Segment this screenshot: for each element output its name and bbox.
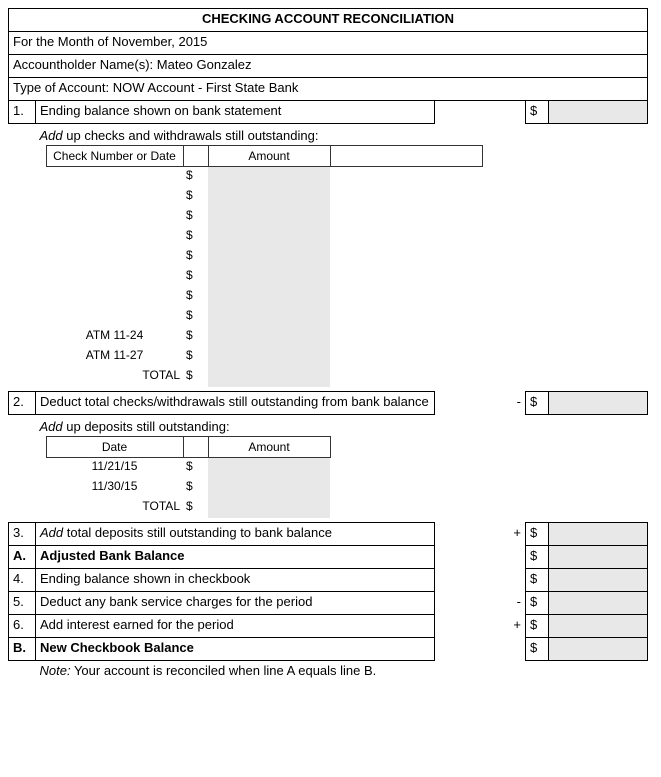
checks-row: $ [46, 247, 482, 267]
line-4-num: 4. [9, 569, 36, 592]
line-4-dollar: $ [526, 569, 549, 592]
line-B-dollar: $ [526, 638, 549, 661]
line-2-label: Deduct total checks/withdrawals still ou… [36, 392, 435, 415]
line-3-amount[interactable] [549, 523, 648, 546]
deposits-intro: up deposits still outstanding: [63, 419, 230, 434]
line-1-label: Ending balance shown on bank statement [36, 101, 435, 124]
line-2-dollar: $ [526, 392, 549, 415]
line-2-row: 2. Deduct total checks/withdrawals still… [9, 392, 648, 415]
checks-row: ATM 11-24$ [46, 327, 482, 347]
line-6-sign: + [503, 615, 526, 638]
checks-row: $ [46, 267, 482, 287]
deposits-total-label: TOTAL [46, 498, 183, 518]
line-4-sign [503, 569, 526, 592]
line-A-num: A. [9, 546, 36, 569]
checks-intro: up checks and withdrawals still outstand… [63, 128, 319, 143]
line-2-num: 2. [9, 392, 36, 415]
deposits-row: 11/21/15$ [46, 458, 330, 479]
line-3-num: 3. [9, 523, 36, 546]
month-line: For the Month of November, 2015 [9, 32, 648, 55]
checks-total-label: TOTAL [46, 367, 183, 387]
checks-row: $ [46, 187, 482, 207]
line-4-amount[interactable] [549, 569, 648, 592]
deposits-hdr-amt: Amount [208, 437, 330, 458]
checks-hdr-amt: Amount [208, 146, 330, 167]
deposits-hdr-left: Date [46, 437, 183, 458]
line-6-label: Add interest earned for the period [36, 615, 435, 638]
line-5-amount[interactable] [549, 592, 648, 615]
add-word-1: Add [40, 128, 63, 143]
line-B-label: New Checkbook Balance [36, 638, 435, 661]
checks-total-row: TOTAL $ [46, 367, 482, 387]
checks-row: $ [46, 307, 482, 327]
checks-row: $ [46, 287, 482, 307]
line-A-amount[interactable] [549, 546, 648, 569]
line-5-dollar: $ [526, 592, 549, 615]
line-A-dollar: $ [526, 546, 549, 569]
line-B-row: B. New Checkbook Balance $ [9, 638, 648, 661]
line-3-sign: + [503, 523, 526, 546]
line-5-row: 5. Deduct any bank service charges for t… [9, 592, 648, 615]
line-3-label: Add total deposits still outstanding to … [36, 523, 435, 546]
line-5-num: 5. [9, 592, 36, 615]
line-1-num: 1. [9, 101, 36, 124]
checks-row: ATM 11-27$ [46, 347, 482, 367]
line-B-amount[interactable] [549, 638, 648, 661]
name-line: Accountholder Name(s): Mateo Gonzalez [9, 55, 648, 78]
line-1-row: 1. Ending balance shown on bank statemen… [9, 101, 648, 124]
line-1-dollar: $ [526, 101, 549, 124]
line-A-label: Adjusted Bank Balance [36, 546, 435, 569]
deposits-total-row: TOTAL $ [46, 498, 330, 518]
line-6-amount[interactable] [549, 615, 648, 638]
line-3-dollar: $ [526, 523, 549, 546]
checks-row: $ [46, 167, 482, 188]
line-5-label: Deduct any bank service charges for the … [36, 592, 435, 615]
form-title: CHECKING ACCOUNT RECONCILIATION [9, 9, 648, 32]
line-A-row: A. Adjusted Bank Balance $ [9, 546, 648, 569]
line-5-sign: - [503, 592, 526, 615]
checks-hdr-left: Check Number or Date [46, 146, 183, 167]
line-3-row: 3. Add total deposits still outstanding … [9, 523, 648, 546]
checks-row: $ [46, 227, 482, 247]
line-4-row: 4. Ending balance shown in checkbook $ [9, 569, 648, 592]
line-A-sign [503, 546, 526, 569]
line-6-row: 6. Add interest earned for the period + … [9, 615, 648, 638]
line-2-amount[interactable] [549, 392, 648, 415]
add-word-2: Add [40, 419, 63, 434]
line-B-sign [503, 638, 526, 661]
type-line: Type of Account: NOW Account - First Sta… [9, 78, 648, 101]
line-1-amount[interactable] [549, 101, 648, 124]
checks-outstanding-table: Check Number or Date Amount $ $ $ $ $ $ … [46, 145, 483, 387]
deposits-row: 11/30/15$ [46, 478, 330, 498]
line-2-sign: - [503, 392, 526, 415]
line-B-num: B. [9, 638, 36, 661]
deposits-outstanding-table: Date Amount 11/21/15$ 11/30/15$ TOTAL $ [46, 436, 331, 518]
line-1-sign [503, 101, 526, 124]
line-6-num: 6. [9, 615, 36, 638]
line-6-dollar: $ [526, 615, 549, 638]
line-4-label: Ending balance shown in checkbook [36, 569, 435, 592]
reconcile-note: Note: Your account is reconciled when li… [36, 661, 648, 684]
reconciliation-form: CHECKING ACCOUNT RECONCILIATION For the … [8, 8, 648, 683]
checks-row: $ [46, 207, 482, 227]
